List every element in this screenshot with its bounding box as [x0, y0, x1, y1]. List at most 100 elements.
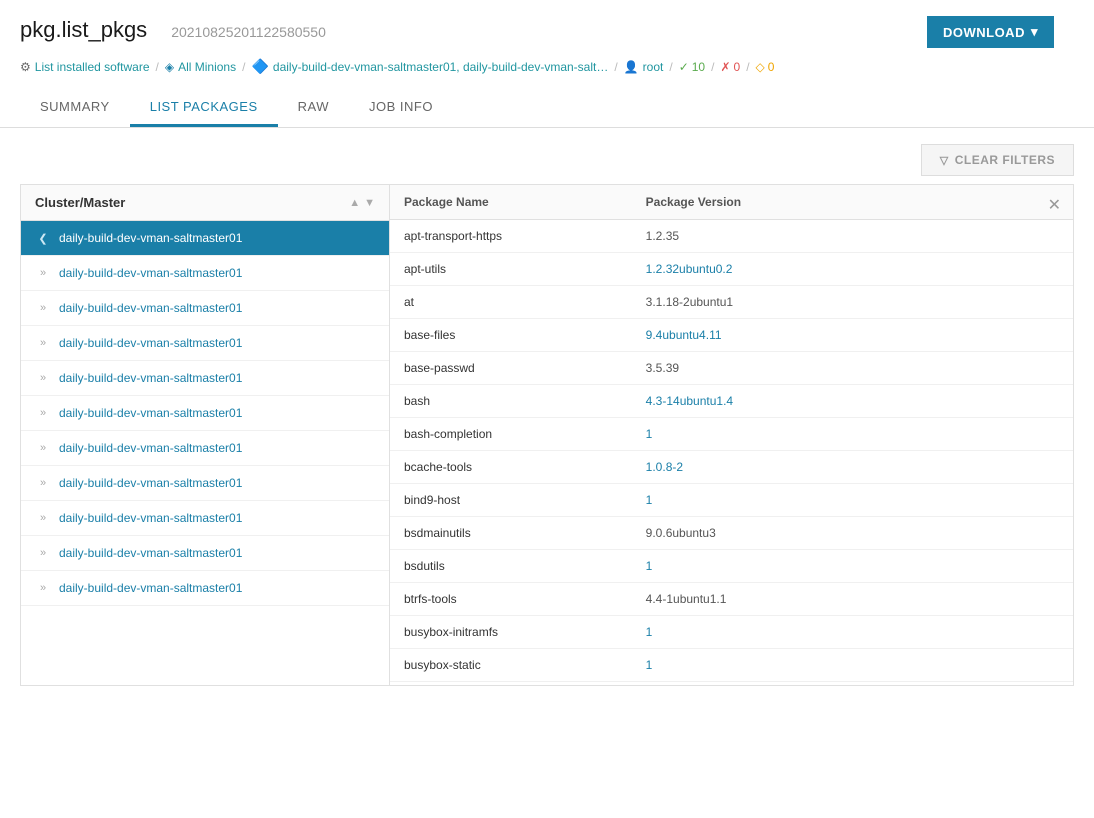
bc-icon-user: 👤	[624, 60, 639, 74]
tab-job-info[interactable]: JOB INFO	[349, 89, 453, 127]
package-version-cell: 1	[632, 484, 1073, 517]
package-version-link[interactable]: 9.4ubuntu4.11	[646, 328, 722, 342]
minion-row[interactable]: » daily-build-dev-vman-saltmaster01	[21, 326, 389, 361]
expand-icon: »	[35, 477, 51, 489]
breadcrumb-list-installed[interactable]: List installed software	[35, 60, 150, 74]
minion-list: ❮daily-build-dev-vman-saltmaster01 » daily…	[21, 221, 389, 606]
sort-asc-icon[interactable]: ▲	[349, 197, 360, 209]
minion-row[interactable]: » daily-build-dev-vman-saltmaster01	[21, 431, 389, 466]
expand-icon: »	[35, 407, 51, 419]
check-icon: ✓	[679, 60, 689, 74]
table-row: busybox-static1	[390, 649, 1073, 682]
tab-summary[interactable]: SUMMARY	[20, 89, 130, 127]
breadcrumb-minion-detail[interactable]: daily-build-dev-vman-saltmaster01, daily…	[273, 60, 608, 74]
tab-raw[interactable]: RAW	[278, 89, 349, 127]
package-name-cell: btrfs-tools	[390, 583, 632, 616]
minion-name: daily-build-dev-vman-saltmaster01	[59, 441, 242, 455]
package-version-text: 3.1.18-2ubuntu1	[646, 295, 733, 309]
clear-filters-button[interactable]: ▽ CLEAR FILTERS	[921, 144, 1074, 176]
minion-row[interactable]: »daily-build-dev-vman-saltmaster01	[21, 291, 389, 326]
package-version-cell: 3.5.39	[632, 352, 1073, 385]
expand-icon: »	[35, 442, 51, 454]
package-table: Package Name Package Version apt-transpo…	[390, 185, 1073, 685]
package-version-link[interactable]: 1	[646, 559, 653, 573]
package-version-link[interactable]: 1	[646, 658, 653, 672]
job-id: 20210825201122580550	[171, 24, 326, 40]
package-version-link[interactable]: 1	[646, 427, 653, 441]
breadcrumb-all-minions[interactable]: All Minions	[178, 60, 236, 74]
package-version-link[interactable]: 1.0.8-2	[646, 460, 683, 474]
table-row: base-files 9.4ubuntu4.11	[390, 319, 1073, 352]
table-row: apt-utils 1.2.32ubuntu0.2	[390, 253, 1073, 286]
minion-name: daily-build-dev-vman-saltmaster01	[59, 336, 242, 350]
minion-row[interactable]: » daily-build-dev-vman-saltmaster01	[21, 396, 389, 431]
expand-icon: »	[35, 512, 51, 524]
package-version-cell: 1.2.35	[632, 220, 1073, 253]
expand-icon: »	[35, 372, 51, 384]
package-version-text: 3.5.39	[646, 361, 679, 375]
right-panel: ✕ Package Name Package Version apt-trans…	[390, 184, 1074, 686]
minion-row[interactable]: »daily-build-dev-vman-saltmaster01	[21, 256, 389, 291]
package-version-cell: 1	[632, 550, 1073, 583]
bc-icon-list: ⚙	[20, 60, 31, 74]
package-name-cell: bsdutils	[390, 550, 632, 583]
filter-icon: ▽	[940, 154, 949, 167]
package-table-container[interactable]: Package Name Package Version apt-transpo…	[390, 185, 1073, 685]
breadcrumb: ⚙ List installed software / ◈ All Minion…	[0, 52, 1094, 81]
table-row: bash4.3-14ubuntu1.4	[390, 385, 1073, 418]
col-package-version: Package Version	[632, 185, 1073, 220]
sort-desc-icon[interactable]: ▼	[364, 197, 375, 209]
cluster-master-label: Cluster/Master	[35, 195, 125, 210]
chevron-down-icon: ▾	[1031, 24, 1038, 40]
minion-name: daily-build-dev-vman-saltmaster01	[59, 371, 242, 385]
table-row: bash-completion1	[390, 418, 1073, 451]
diamond-icon: ◇	[756, 60, 765, 74]
x-icon: ✗	[720, 60, 730, 74]
minion-row[interactable]: »daily-build-dev-vman-saltmaster01	[21, 571, 389, 606]
minion-row[interactable]: »daily-build-dev-vman-saltmaster01	[21, 501, 389, 536]
table-row: bsdutils 1	[390, 550, 1073, 583]
table-row: bsdmainutils 9.0.6ubuntu3	[390, 517, 1073, 550]
table-row: base-passwd3.5.39	[390, 352, 1073, 385]
minion-row[interactable]: ❮daily-build-dev-vman-saltmaster01	[21, 221, 389, 256]
package-name-cell: bsdmainutils	[390, 517, 632, 550]
close-icon[interactable]: ✕	[1048, 195, 1061, 215]
sort-icons: ▲ ▼	[349, 197, 375, 209]
package-version-text: 4.4-1ubuntu1.1	[646, 592, 727, 606]
minion-name: daily-build-dev-vman-saltmaster01	[59, 546, 242, 560]
col-package-name: Package Name	[390, 185, 632, 220]
package-version-link[interactable]: 1	[646, 625, 653, 639]
package-name-cell: apt-utils	[390, 253, 632, 286]
left-panel: Cluster/Master ▲ ▼ ❮daily-build-dev-vman…	[20, 184, 390, 686]
package-version-cell: 5.106-0ubuntu1	[632, 682, 1073, 686]
err-count-badge: ✗ 0	[720, 60, 740, 74]
minion-name: daily-build-dev-vman-saltmaster01	[59, 406, 242, 420]
minion-row[interactable]: »daily-build-dev-vman-saltmaster01	[21, 466, 389, 501]
minion-name: daily-build-dev-vman-saltmaster01	[59, 301, 242, 315]
package-name-cell: bcache-tools	[390, 451, 632, 484]
package-version-link[interactable]: 1	[646, 493, 653, 507]
page-title: pkg.list_pkgs	[20, 17, 147, 43]
package-version-cell: 4.3-14ubuntu1.4	[632, 385, 1073, 418]
package-name-cell: byobu	[390, 682, 632, 686]
package-version-link[interactable]: 1.2.32ubuntu0.2	[646, 262, 733, 276]
minion-row[interactable]: » daily-build-dev-vman-saltmaster01	[21, 361, 389, 396]
expand-icon: »	[35, 547, 51, 559]
download-button[interactable]: DOWNLOAD ▾	[927, 16, 1054, 48]
top-header: pkg.list_pkgs 20210825201122580550 DOWNL…	[0, 0, 1094, 81]
package-version-text: 9.0.6ubuntu3	[646, 526, 716, 540]
expand-icon: »	[35, 337, 51, 349]
package-version-cell: 3.1.18-2ubuntu1	[632, 286, 1073, 319]
minion-row[interactable]: » daily-build-dev-vman-saltmaster01	[21, 536, 389, 571]
bc-icon-minion: 🔷	[251, 58, 268, 75]
breadcrumb-user[interactable]: root	[643, 60, 664, 74]
table-row: at3.1.18-2ubuntu1	[390, 286, 1073, 319]
package-name-cell: base-files	[390, 319, 632, 352]
package-name-cell: bind9-host	[390, 484, 632, 517]
left-panel-header: Cluster/Master ▲ ▼	[21, 185, 389, 221]
package-version-link[interactable]: 4.3-14ubuntu1.4	[646, 394, 733, 408]
warn-count-badge: ◇ 0	[756, 60, 775, 74]
main-content: Cluster/Master ▲ ▼ ❮daily-build-dev-vman…	[0, 184, 1094, 706]
expand-icon: »	[35, 582, 51, 594]
tab-list-packages[interactable]: LIST PACKAGES	[130, 89, 278, 127]
